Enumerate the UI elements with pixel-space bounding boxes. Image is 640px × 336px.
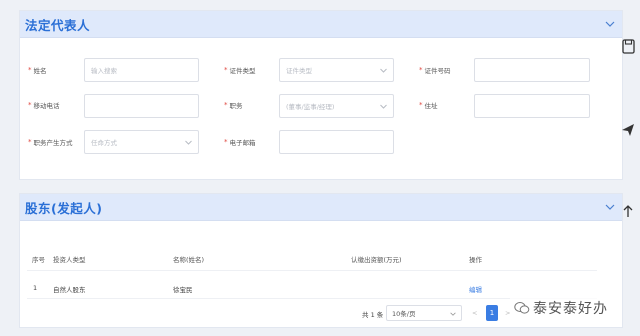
pagination-total: 共 1 条 xyxy=(362,311,384,319)
mobile-label: * 移动电话 xyxy=(28,101,60,110)
section-title: 股东(发起人) xyxy=(25,200,103,216)
table-divider xyxy=(27,270,597,271)
col-action: 操作 xyxy=(469,256,482,264)
cert-no-input[interactable] xyxy=(474,58,590,82)
send-icon[interactable] xyxy=(620,122,636,138)
position-select[interactable]: (董事/监事/经理) xyxy=(279,94,394,118)
name-label: * 姓名 xyxy=(28,66,47,75)
wechat-logo-icon xyxy=(514,302,530,314)
name-input[interactable]: 输入搜索 xyxy=(84,58,199,82)
email-label: * 电子邮箱 xyxy=(224,138,256,147)
prev-page-button[interactable]: < xyxy=(472,309,477,317)
watermark: 泰安泰好办 xyxy=(510,296,612,320)
col-name: 名称(姓名) xyxy=(173,256,205,264)
mobile-input[interactable] xyxy=(84,94,199,118)
method-label: * 职务产生方式 xyxy=(28,138,73,147)
section-title: 法定代表人 xyxy=(25,17,91,33)
cert-type-select[interactable]: 证件类型 xyxy=(279,58,394,82)
chevron-down-icon xyxy=(380,104,387,109)
cert-type-label: * 证件类型 xyxy=(224,66,256,75)
cert-no-label: * 证件号码 xyxy=(419,66,451,75)
legal-representative-header[interactable]: 法定代表人 xyxy=(20,11,622,38)
method-select[interactable]: 任命方式 xyxy=(84,130,199,154)
page-size-select[interactable]: 10条/页 xyxy=(386,305,462,321)
row-name: 徐宝民 xyxy=(173,286,193,294)
arrow-up-icon[interactable] xyxy=(620,203,636,219)
chevron-down-icon[interactable] xyxy=(604,201,616,213)
chevron-down-icon[interactable] xyxy=(604,18,616,30)
edit-link[interactable]: 编辑 xyxy=(469,284,482,294)
row-type: 自然人股东 xyxy=(53,286,86,294)
position-label: * 职务 xyxy=(224,101,243,110)
row-index: 1 xyxy=(33,284,38,292)
chevron-down-icon xyxy=(450,312,456,316)
address-input[interactable] xyxy=(474,94,590,118)
chevron-down-icon xyxy=(185,140,192,145)
page-1-button[interactable]: 1 xyxy=(486,305,498,321)
chevron-down-icon xyxy=(380,68,387,73)
watermark-text: 泰安泰好办 xyxy=(533,301,608,317)
email-input[interactable] xyxy=(279,130,394,154)
col-amount: 认缴出资额(万元) xyxy=(351,256,402,264)
col-investor-type: 投资人类型 xyxy=(53,256,86,264)
address-label: * 住址 xyxy=(419,101,438,110)
shareholders-header[interactable]: 股东(发起人) xyxy=(20,194,622,221)
save-icon[interactable] xyxy=(620,38,636,54)
col-index: 序号 xyxy=(32,256,45,264)
